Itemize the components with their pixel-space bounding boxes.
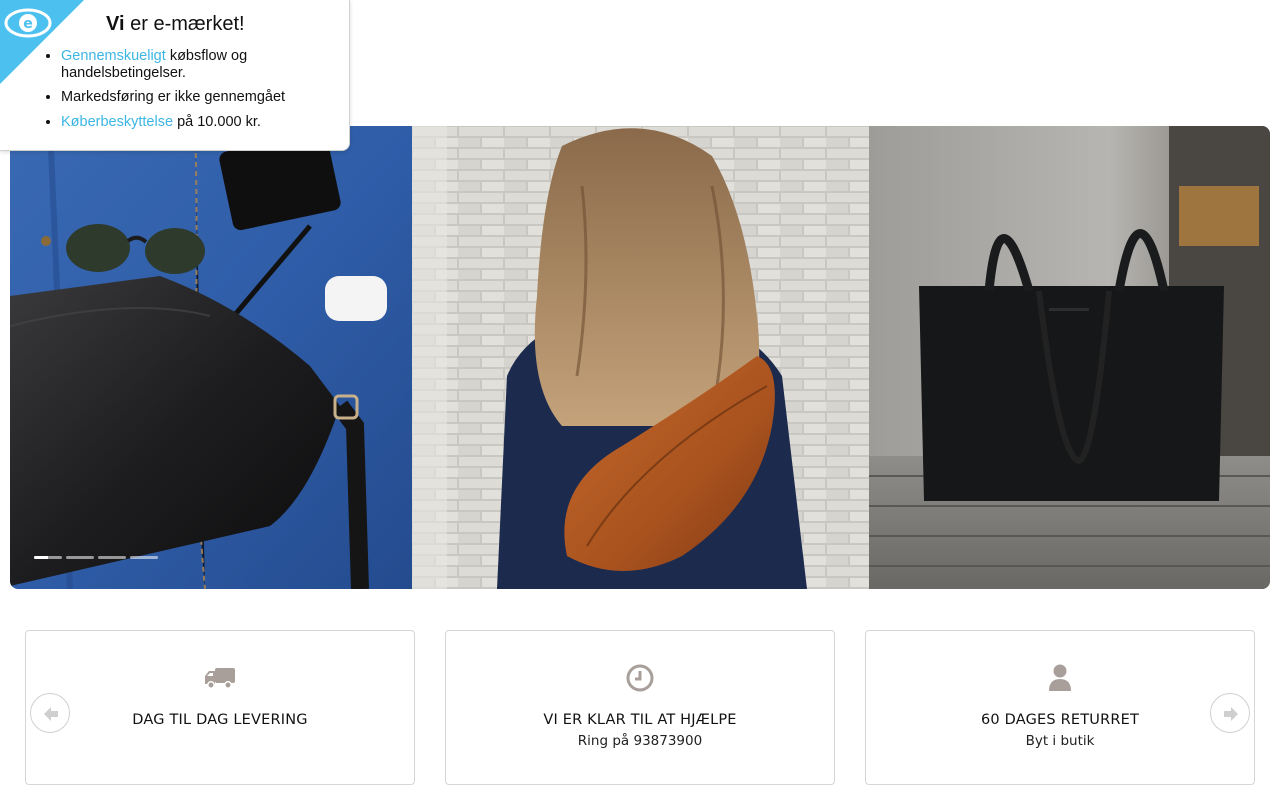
e-maerket-item-text: på 10.000 kr.: [177, 114, 261, 130]
slider-dot-4[interactable]: [130, 556, 158, 559]
product-photo-cognac-bumbag-woman: [412, 126, 869, 589]
e-maerket-title-bold: Vi: [106, 13, 125, 35]
usp-next-button[interactable]: [1210, 693, 1250, 733]
e-maerket-item-transparent: Gennemskueligt købsflow og handelsbeting…: [61, 48, 331, 82]
arrow-left-icon: [44, 707, 58, 721]
e-maerket-badge[interactable]: e Vi er e-mærket! Gennemskueligt købsflo…: [0, 0, 350, 151]
usp-card-subtitle: Ring på 93873900: [577, 733, 703, 749]
product-photo-black-tote-bag: [869, 126, 1270, 589]
arrow-right-icon: [1224, 707, 1238, 721]
slider-pagination: [34, 556, 158, 559]
usp-prev-button[interactable]: [30, 693, 70, 733]
truck-icon: [205, 668, 235, 689]
user-icon: [1049, 664, 1071, 691]
svg-text:e: e: [23, 16, 33, 32]
usp-card-title: DAG TIL DAG LEVERING: [132, 712, 308, 728]
e-maerket-title: Vi er e-mærket!: [106, 13, 245, 36]
e-maerket-item-marketing: Markedsføring er ikke gennemgået: [61, 89, 331, 106]
usp-card-subtitle: Byt i butik: [1025, 733, 1095, 749]
slider-dot-1[interactable]: [34, 556, 62, 559]
usp-card-support: VI ER KLAR TIL AT HJÆLPE Ring på 9387390…: [445, 630, 835, 785]
usp-card-returns: 60 DAGES RETURRET Byt i butik: [865, 630, 1255, 785]
e-maerket-item-protection: Køberbeskyttelse på 10.000 kr.: [61, 114, 331, 131]
usp-card-delivery: DAG TIL DAG LEVERING: [25, 630, 415, 785]
slide-image-leather-pouch[interactable]: [10, 126, 412, 589]
e-maerket-list: Gennemskueligt købsflow og handelsbeting…: [61, 48, 331, 138]
link-koeberbeskyttelse[interactable]: Køberbeskyttelse: [61, 114, 173, 130]
e-maerket-title-rest: er e-mærket!: [130, 13, 245, 35]
usp-card-title: VI ER KLAR TIL AT HJÆLPE: [543, 712, 737, 728]
clock-icon: [626, 664, 654, 692]
slider-dot-2[interactable]: [66, 556, 94, 559]
slide-image-black-tote[interactable]: [869, 126, 1270, 589]
hero-slider[interactable]: [10, 126, 1270, 589]
slider-dot-3[interactable]: [98, 556, 126, 559]
e-maerket-item-text: Markedsføring er ikke gennemgået: [61, 89, 286, 105]
link-gennemskueligt[interactable]: Gennemskueligt: [61, 48, 166, 64]
slide-image-cognac-bumbag[interactable]: [412, 126, 869, 589]
usp-card-title: 60 DAGES RETURRET: [980, 712, 1140, 728]
product-photo-leather-pouch-flatlay: [10, 126, 412, 589]
